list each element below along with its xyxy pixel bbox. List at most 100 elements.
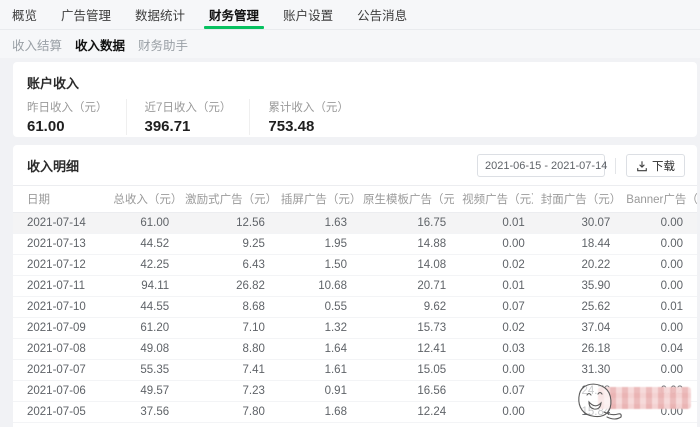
column-header-4: 原生模板广告（元） [355,186,454,213]
cell-value: 0.00 [618,255,697,276]
table-row[interactable]: 2021-07-0961.207.101.3215.730.0237.040.0… [13,318,697,339]
download-button[interactable]: 下载 [626,154,685,177]
cell-date: 2021-07-12 [13,255,105,276]
topnav-item-account-settings[interactable]: 账户设置 [283,0,333,29]
cell-date: 2021-07-14 [13,213,105,234]
cell-value: 94.11 [105,276,177,297]
cell-value: 49.08 [105,339,177,360]
detail-controls: 2021-06-15 - 2021-07-14 下载 [477,154,685,177]
cell-value: 0.91 [273,381,355,402]
cell-value: 37.56 [105,402,177,423]
cell-value: 0.02 [454,255,533,276]
cell-value: 15.84 [533,402,619,423]
table-row[interactable]: 2021-07-0849.088.801.6412.410.0326.180.0… [13,339,697,360]
cell-value: 1.32 [273,318,355,339]
cell-value: 10.68 [273,276,355,297]
income-detail-header: 收入明细 2021-06-15 - 2021-07-14 下载 [13,145,697,185]
table-row[interactable]: 2021-07-1344.529.251.9514.880.0018.440.0… [13,234,697,255]
download-button-label: 下载 [652,158,675,174]
cell-value: 0.00 [454,234,533,255]
cell-value: 0.00 [454,360,533,381]
cell-value: 20.71 [355,276,454,297]
cell-value: 0.00 [618,234,697,255]
table-row[interactable]: 2021-07-0755.357.411.6115.050.0031.300.0… [13,360,697,381]
cell-value: 42.25 [105,255,177,276]
cell-value: 30.07 [533,213,619,234]
date-range-picker[interactable]: 2021-06-15 - 2021-07-14 [477,154,605,177]
column-header-5: 视频广告（元） [454,186,533,213]
cell-date: 2021-07-11 [13,276,105,297]
stat-value: 61.00 [27,118,108,135]
controls-divider [615,158,616,174]
stat-item: 昨日收入（元） 61.00 [27,99,127,135]
subnav-item-financial-assistant[interactable]: 财务助手 [138,35,188,54]
table-row[interactable]: 2021-07-1242.256.431.5014.080.0220.220.0… [13,255,697,276]
column-header-1: 总收入（元） [105,186,177,213]
cell-value: 0.00 [618,276,697,297]
cell-value: 1.95 [273,234,355,255]
cell-value: 0.00 [454,402,533,423]
account-income-card: 账户收入 昨日收入（元）61.00近7日收入（元）396.71累计收入（元）75… [13,62,697,137]
income-detail-card: 收入明细 2021-06-15 - 2021-07-14 下载 [13,145,697,427]
cell-value: 1.68 [273,402,355,423]
cell-value: 0.04 [618,339,697,360]
topnav-item-announcements[interactable]: 公告消息 [357,0,407,29]
cell-value: 0.01 [618,297,697,318]
topnav-item-financial-management[interactable]: 财务管理 [209,0,259,29]
cell-value: 9.62 [355,297,454,318]
cell-value: 12.41 [355,339,454,360]
cell-value: 6.43 [177,255,273,276]
column-header-7: Banner广告（元） [618,186,697,213]
cell-value: 26.82 [177,276,273,297]
account-income-stats: 昨日收入（元）61.00近7日收入（元）396.71累计收入（元）753.48 [13,92,697,135]
cell-value: 0.02 [454,318,533,339]
table-row[interactable]: 2021-07-1461.0012.561.6316.750.0130.070.… [13,213,697,234]
cell-value: 0.00 [618,402,697,423]
cell-value: 7.41 [177,360,273,381]
cell-value: 25.62 [533,297,619,318]
income-detail-title: 收入明细 [27,156,79,175]
cell-value: 1.61 [273,360,355,381]
top-nav: 概览广告管理数据统计财务管理账户设置公告消息 [0,0,700,30]
table-row[interactable]: 2021-07-0649.577.230.9116.560.0724.780.0… [13,381,697,402]
cell-value: 35.90 [533,276,619,297]
topnav-item-data-statistics[interactable]: 数据统计 [135,0,185,29]
cell-value: 1.64 [273,339,355,360]
stat-label: 累计收入（元） [268,99,349,115]
stat-label: 昨日收入（元） [27,99,108,115]
cell-date: 2021-07-06 [13,381,105,402]
cell-value: 1.50 [273,255,355,276]
cell-value: 18.44 [533,234,619,255]
subnav-item-income-settlement[interactable]: 收入结算 [12,35,62,54]
column-header-6: 封面广告（元） [533,186,619,213]
stat-label: 近7日收入（元） [145,99,232,115]
cell-value: 15.73 [355,318,454,339]
cell-value: 0.07 [454,381,533,402]
table-row[interactable]: 2021-07-1044.558.680.559.620.0725.620.01 [13,297,697,318]
cell-value: 8.68 [177,297,273,318]
table-row[interactable]: 2021-07-1194.1126.8210.6820.710.0135.900… [13,276,697,297]
topnav-item-overview[interactable]: 概览 [12,0,37,29]
income-table: 日期总收入（元）激励式广告（元）插屏广告（元）原生模板广告（元）视频广告（元）封… [13,185,697,423]
table-row[interactable]: 2021-07-0537.567.801.6812.240.0015.840.0… [13,402,697,423]
cell-date: 2021-07-09 [13,318,105,339]
cell-value: 7.23 [177,381,273,402]
cell-value: 61.00 [105,213,177,234]
subnav-item-income-data[interactable]: 收入数据 [75,35,125,54]
cell-date: 2021-07-07 [13,360,105,381]
topnav-item-ad-management[interactable]: 广告管理 [61,0,111,29]
stat-value: 396.71 [145,118,232,135]
cell-date: 2021-07-13 [13,234,105,255]
cell-value: 24.78 [533,381,619,402]
cell-value: 12.24 [355,402,454,423]
cell-value: 0.01 [454,276,533,297]
cell-value: 16.75 [355,213,454,234]
cell-value: 44.55 [105,297,177,318]
cell-value: 16.56 [355,381,454,402]
cell-value: 9.25 [177,234,273,255]
cell-value: 12.56 [177,213,273,234]
cell-value: 37.04 [533,318,619,339]
cell-value: 31.30 [533,360,619,381]
cell-date: 2021-07-10 [13,297,105,318]
cell-value: 0.00 [618,360,697,381]
